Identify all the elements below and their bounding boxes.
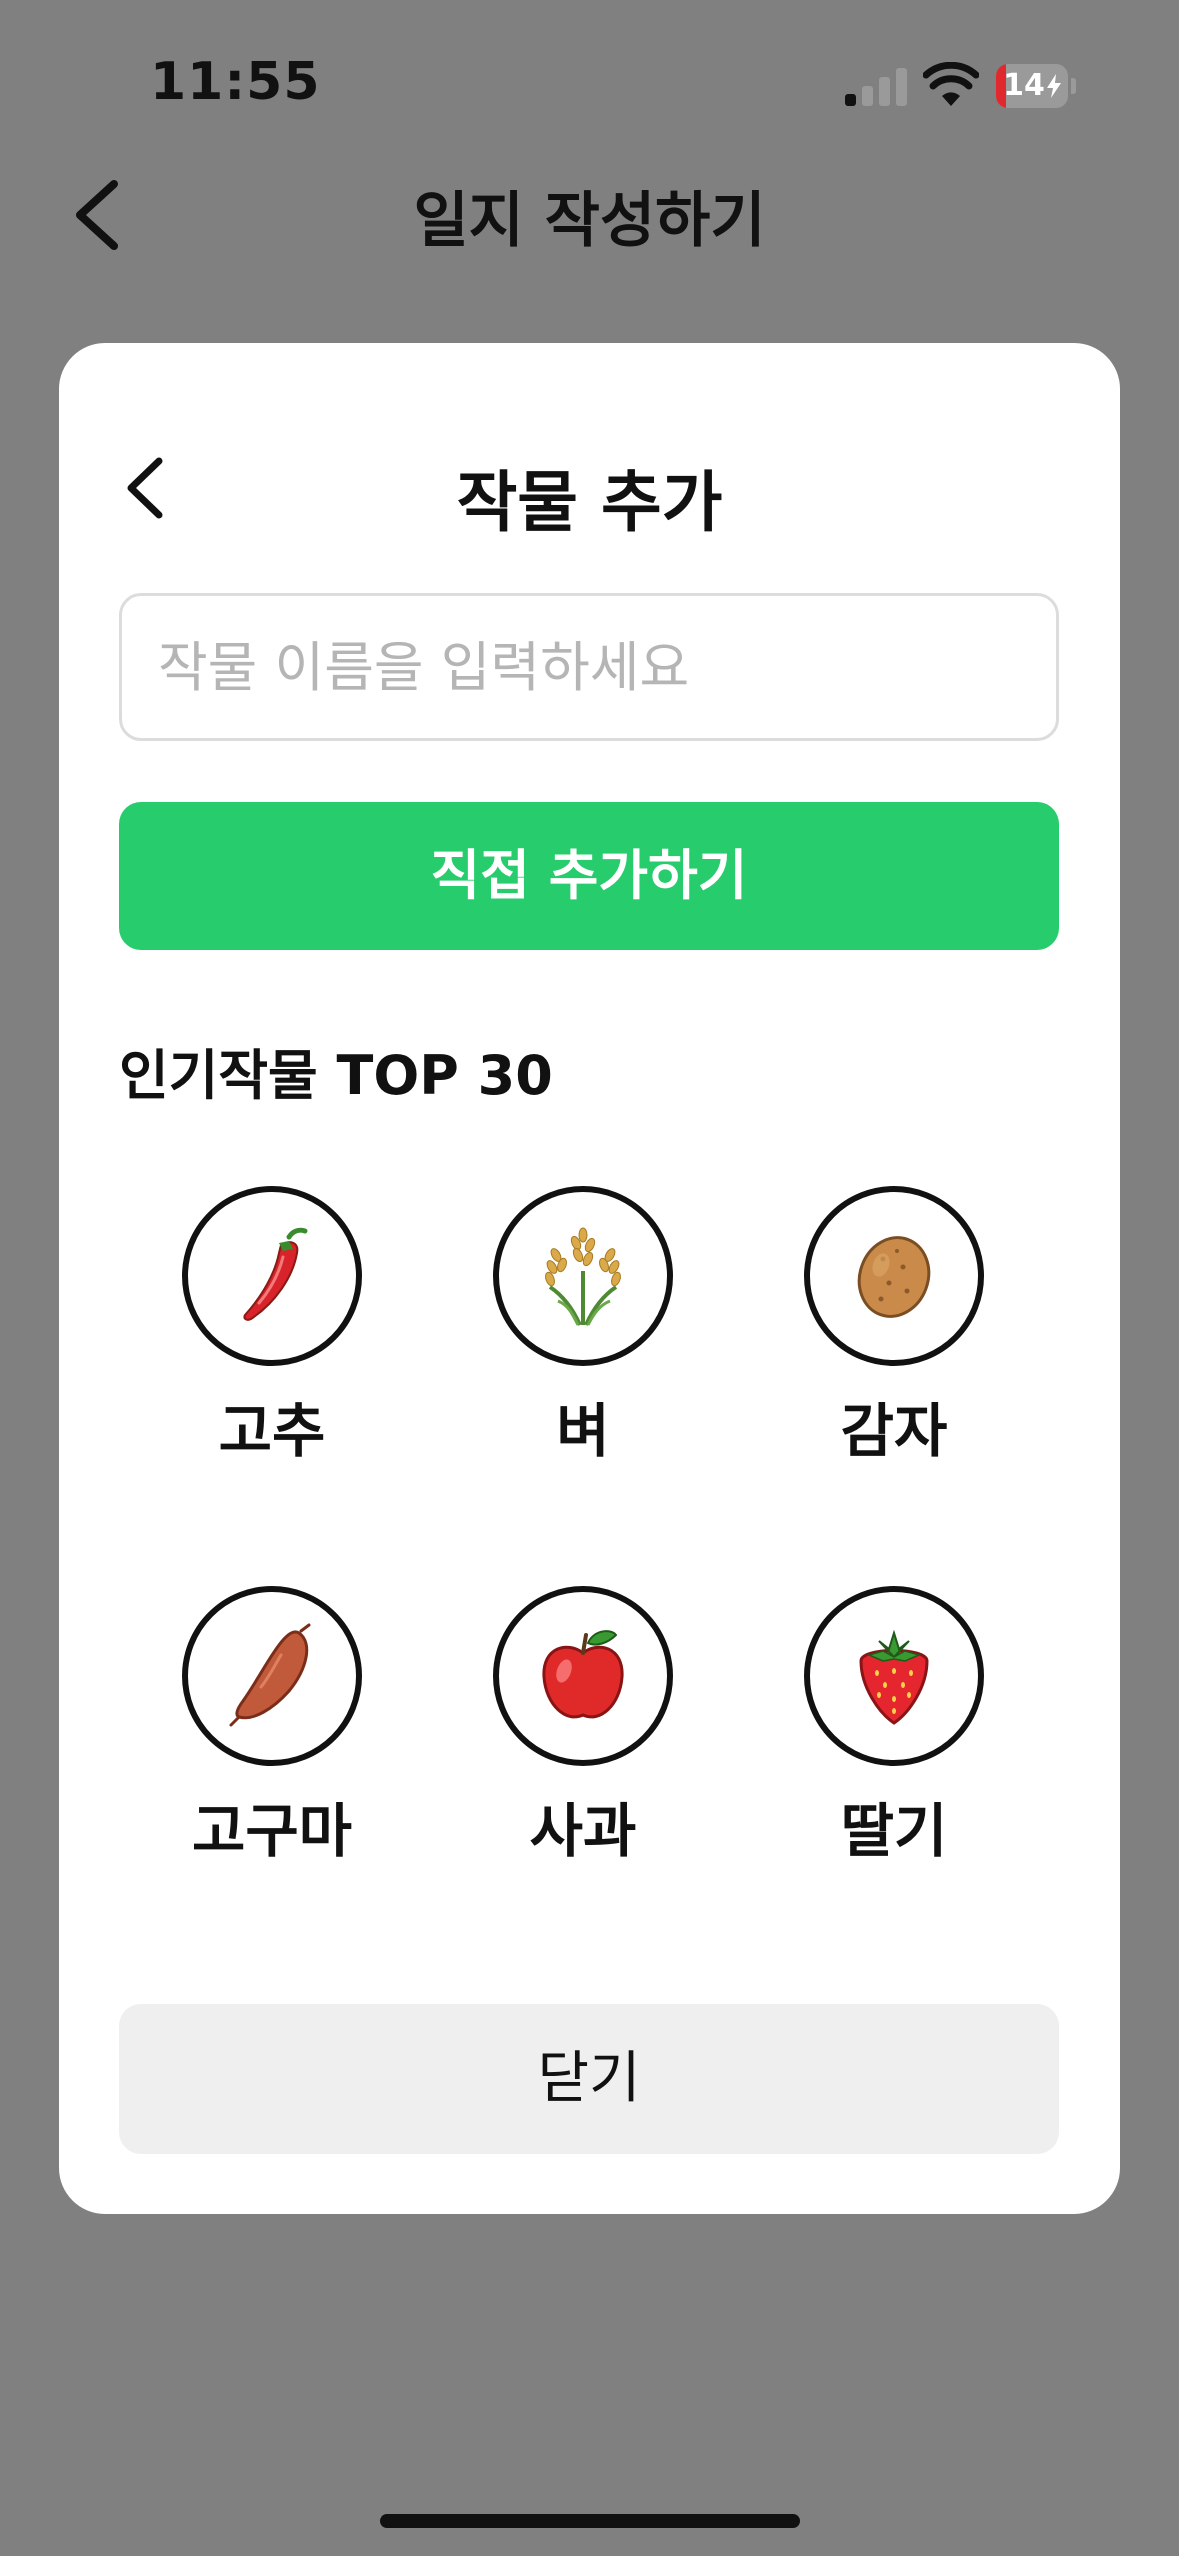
home-indicator[interactable] <box>380 2514 800 2528</box>
crop-label: 벼 <box>556 1397 610 1465</box>
battery-icon: 14 <box>996 64 1076 108</box>
page-title: 일지 작성하기 <box>413 186 766 256</box>
bolt-icon <box>1046 74 1061 98</box>
crop-label: 고구마 <box>191 1797 353 1865</box>
crop-item-potato[interactable]: 감자 <box>764 1186 1024 1486</box>
crop-label: 고추 <box>218 1397 326 1465</box>
battery-level: 14 <box>1003 68 1045 103</box>
rice-plant-icon <box>545 1227 621 1326</box>
wifi-icon <box>923 62 979 106</box>
crop-item-rice[interactable]: 벼 <box>453 1186 713 1486</box>
crop-label: 딸기 <box>840 1797 948 1865</box>
crop-icon-circle <box>182 1586 362 1766</box>
chili-pepper-icon <box>243 1227 308 1321</box>
apple-icon <box>542 1630 624 1719</box>
crop-label: 감자 <box>840 1397 948 1465</box>
modal-title: 작물 추가 <box>456 464 723 541</box>
add-directly-button[interactable]: 직접 추가하기 <box>119 802 1059 950</box>
crop-icon-circle <box>804 1186 984 1366</box>
crop-icon-circle <box>493 1586 673 1766</box>
crop-name-input[interactable] <box>119 593 1059 741</box>
status-bar: 11:55 14 <box>0 0 1179 170</box>
potato-icon <box>857 1236 931 1318</box>
signal-icon <box>845 68 907 106</box>
crop-item-sweet-potato[interactable]: 고구마 <box>142 1586 402 1886</box>
crop-icon-circle <box>804 1586 984 1766</box>
crop-item-chili[interactable]: 고추 <box>142 1186 402 1486</box>
add-crop-modal: 작물 추가 직접 추가하기 인기작물 TOP 30 고추 <box>59 343 1120 2214</box>
crop-icon-circle <box>182 1186 362 1366</box>
close-button[interactable]: 닫기 <box>119 2004 1059 2154</box>
strawberry-icon <box>859 1629 929 1725</box>
status-time: 11:55 <box>150 52 321 112</box>
sweet-potato-icon <box>229 1623 311 1727</box>
crop-item-strawberry[interactable]: 딸기 <box>764 1586 1024 1886</box>
crop-icon-circle <box>493 1186 673 1366</box>
crop-item-apple[interactable]: 사과 <box>453 1586 713 1886</box>
section-title: 인기작물 TOP 30 <box>119 1044 553 1107</box>
crop-label: 사과 <box>529 1797 637 1865</box>
